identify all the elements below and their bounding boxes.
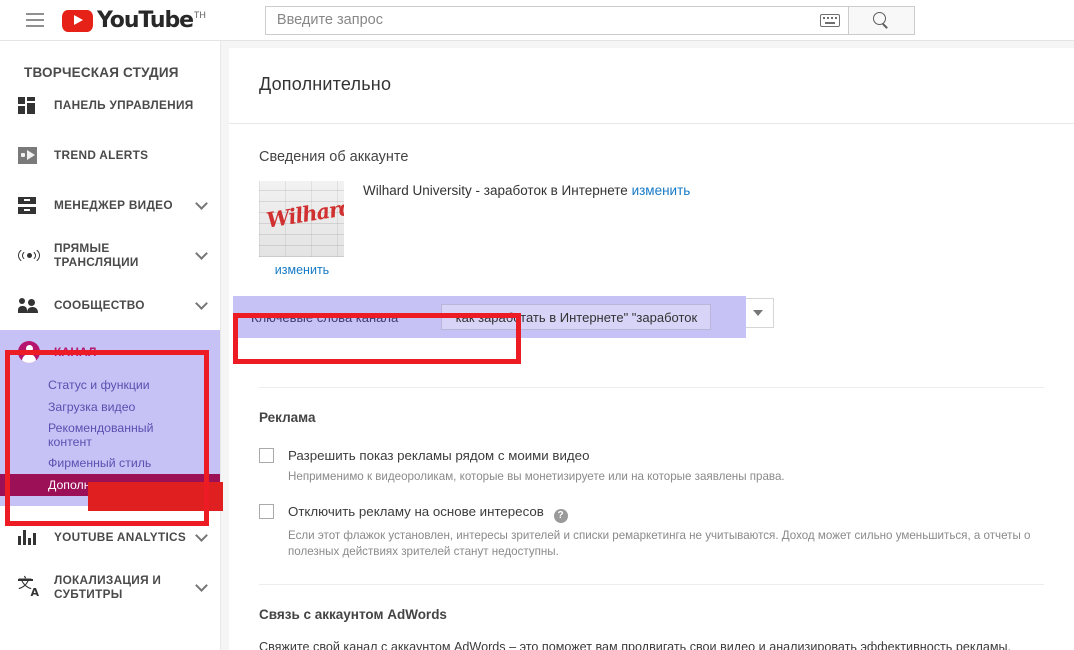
sidebar: ТВОРЧЕСКАЯ СТУДИЯ ПАНЕЛЬ УПРАВЛЕНИЯ TREN… — [0, 41, 221, 650]
trend-alerts-icon — [18, 146, 44, 164]
disable-interest-ads-label: Отключить рекламу на основе интересов — [288, 504, 544, 519]
account-row: Wilhard изменить Wilhard University - за… — [229, 165, 1074, 277]
avatar[interactable]: Wilhard — [259, 181, 344, 257]
person-circle-icon — [18, 341, 44, 363]
sidebar-group-channel: КАНАЛ Статус и функции Загрузка видео Ре… — [0, 330, 220, 506]
chevron-down-icon — [753, 310, 763, 316]
sidebar-item-video-manager[interactable]: МЕНЕДЖЕР ВИДЕО — [0, 180, 220, 230]
sidebar-item-label: ЛОКАЛИЗАЦИЯ И СУБТИТРЫ — [54, 573, 162, 601]
sidebar-item-localization-subtitles[interactable]: 文 A ЛОКАЛИЗАЦИЯ И СУБТИТРЫ — [0, 562, 220, 612]
sidebar-item-dashboard[interactable]: ПАНЕЛЬ УПРАВЛЕНИЯ — [0, 80, 220, 130]
allow-ads-label: Разрешить показ рекламы рядом с моими ви… — [288, 448, 590, 463]
search-icon — [873, 12, 889, 28]
disable-interest-ads-hint: Если этот флажок установлен, интересы зр… — [288, 529, 1031, 558]
localization-icon: 文 A — [18, 576, 39, 599]
youtube-logo[interactable]: YouTube TH — [62, 9, 206, 32]
sidebar-subitem-branding[interactable]: Фирменный стиль — [0, 452, 220, 474]
channel-keywords-input[interactable]: "как заработать в Интернете" "заработок — [441, 304, 711, 330]
keyboard-icon[interactable] — [819, 13, 840, 27]
sidebar-item-label: КАНАЛ — [54, 345, 97, 359]
adwords-section-title: Связь с аккаунтом AdWords — [259, 607, 447, 622]
main-content: Дополнительно Сведения об аккаунте Wilha… — [221, 41, 1074, 650]
sidebar-item-youtube-analytics[interactable]: YOUTUBE ANALYTICS — [0, 512, 220, 562]
video-manager-icon — [18, 196, 44, 214]
top-bar: YouTube TH Введите запрос — [0, 0, 1074, 41]
live-broadcast-icon — [18, 247, 44, 264]
sidebar-subitem-status-and-features[interactable]: Статус и функции — [0, 374, 220, 396]
annotation-bar-selected-item — [88, 482, 223, 511]
analytics-icon — [18, 529, 44, 545]
avatar-edit-link[interactable]: изменить — [259, 263, 345, 277]
chevron-down-icon[interactable] — [195, 196, 208, 210]
sidebar-item-label: МЕНЕДЖЕР ВИДЕО — [54, 198, 173, 212]
sidebar-subitem-upload-video[interactable]: Загрузка видео — [0, 396, 220, 418]
sidebar-item-label: YOUTUBE ANALYTICS — [54, 530, 187, 544]
youtube-play-icon — [62, 9, 93, 32]
search-area: Введите запрос — [264, 5, 915, 35]
account-name-row: Wilhard University - заработок в Интерне… — [363, 181, 690, 277]
allow-ads-checkbox[interactable] — [259, 448, 274, 463]
channel-keywords-label: Ключевые слова канала — [251, 309, 399, 325]
dashboard-icon — [18, 96, 44, 114]
sidebar-item-channel[interactable]: КАНАЛ — [0, 330, 220, 374]
sidebar-subitem-featured-content[interactable]: Рекомендованный контент — [0, 418, 153, 452]
account-section-title: Сведения об аккаунте — [259, 149, 409, 165]
sidebar-item-label: TREND ALERTS — [54, 148, 149, 162]
sidebar-item-label: СООБЩЕСТВО — [54, 298, 145, 312]
sidebar-item-label: ПРЯМЫЕ ТРАНСЛЯЦИИ — [54, 241, 139, 269]
search-input[interactable]: Введите запрос — [264, 5, 849, 35]
account-name-edit-link[interactable]: изменить — [632, 183, 691, 198]
adwords-description: Свяжите свой канал с аккаунтом AdWords –… — [259, 640, 1012, 650]
page-body: ТВОРЧЕСКАЯ СТУДИЯ ПАНЕЛЬ УПРАВЛЕНИЯ TREN… — [0, 41, 1074, 650]
disable-interest-ads-checkbox[interactable] — [259, 504, 274, 519]
avatar-column: Wilhard изменить — [259, 181, 345, 277]
account-name: Wilhard University - заработок в Интерне… — [363, 183, 628, 198]
chevron-down-icon[interactable] — [195, 578, 208, 592]
ads-checkbox-row-1: Разрешить показ рекламы рядом с моими ви… — [229, 447, 1074, 464]
help-icon[interactable]: ? — [553, 509, 568, 523]
sidebar-item-live-broadcasts[interactable]: ПРЯМЫЕ ТРАНСЛЯЦИИ — [0, 230, 220, 280]
chevron-down-icon[interactable] — [195, 528, 208, 542]
disable-interest-ads-label-wrap: Отключить рекламу на основе интересов ? — [288, 503, 568, 523]
youtube-logo-superscript: TH — [193, 9, 206, 20]
search-placeholder: Введите запрос — [276, 11, 383, 28]
search-button[interactable] — [848, 5, 915, 35]
sidebar-item-community[interactable]: СООБЩЕСТВО — [0, 280, 220, 330]
community-icon — [18, 297, 44, 313]
settings-card: Дополнительно Сведения об аккаунте Wilha… — [229, 48, 1074, 650]
hamburger-icon[interactable] — [26, 13, 44, 27]
chevron-down-icon[interactable] — [195, 246, 208, 260]
studio-title: ТВОРЧЕСКАЯ СТУДИЯ — [24, 65, 179, 80]
allow-ads-hint: Неприменимо к видеороликам, которые вы м… — [288, 470, 785, 483]
channel-keywords-value: "как заработать в Интернете" "заработок — [451, 309, 698, 325]
sidebar-item-label: ПАНЕЛЬ УПРАВЛЕНИЯ — [54, 98, 194, 112]
page-title: Дополнительно — [259, 74, 392, 94]
chevron-down-icon[interactable] — [195, 296, 208, 310]
sidebar-item-trend-alerts[interactable]: TREND ALERTS — [0, 130, 220, 180]
ads-section-title: Реклама — [259, 410, 316, 425]
youtube-wordmark: YouTube — [97, 7, 194, 33]
ads-checkbox-row-2: Отключить рекламу на основе интересов ? — [229, 503, 1074, 523]
channel-keywords-row: Ключевые слова канала "как заработать в … — [233, 296, 746, 338]
